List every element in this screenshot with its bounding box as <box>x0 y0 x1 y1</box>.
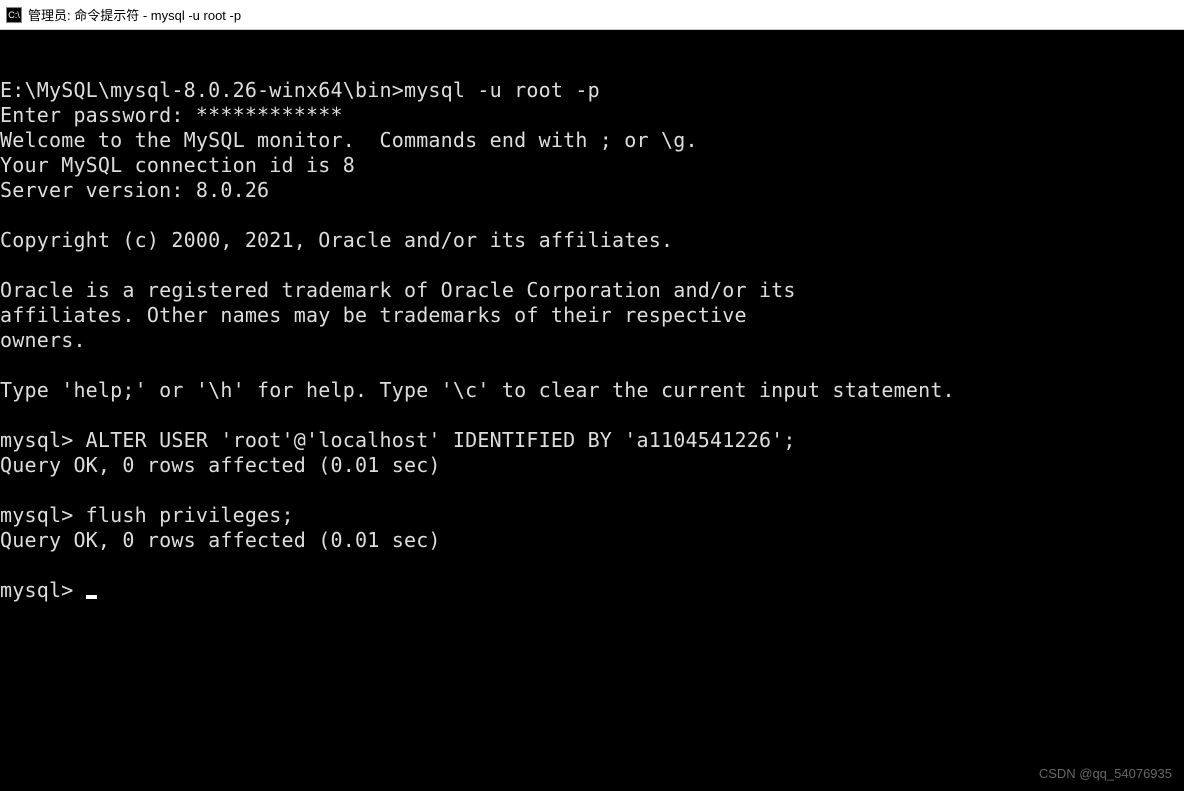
window-title: 管理员: 命令提示符 - mysql -u root -p <box>28 5 241 24</box>
terminal-line: Enter password: ************ <box>0 103 343 127</box>
terminal-line: E:\MySQL\mysql-8.0.26-winx64\bin>mysql -… <box>0 78 600 102</box>
terminal-line: Server version: 8.0.26 <box>0 178 269 202</box>
terminal-line: Copyright (c) 2000, 2021, Oracle and/or … <box>0 228 673 252</box>
terminal-line: Type 'help;' or '\h' for help. Type '\c'… <box>0 378 955 402</box>
terminal-output[interactable]: E:\MySQL\mysql-8.0.26-winx64\bin>mysql -… <box>0 78 1184 603</box>
terminal-line: Your MySQL connection id is 8 <box>0 153 355 177</box>
watermark-text: CSDN @qq_54076935 <box>1039 766 1172 781</box>
terminal-line: owners. <box>0 328 86 352</box>
terminal-line: Query OK, 0 rows affected (0.01 sec) <box>0 453 441 477</box>
terminal-line: Query OK, 0 rows affected (0.01 sec) <box>0 528 441 552</box>
terminal-line: Welcome to the MySQL monitor. Commands e… <box>0 128 698 152</box>
terminal-line: mysql> flush privileges; <box>0 503 294 527</box>
window-titlebar[interactable]: C:\ 管理员: 命令提示符 - mysql -u root -p <box>0 0 1184 30</box>
terminal-line: affiliates. Other names may be trademark… <box>0 303 747 327</box>
cmd-icon: C:\ <box>6 7 22 23</box>
terminal-line: mysql> ALTER USER 'root'@'localhost' IDE… <box>0 428 796 452</box>
terminal-prompt: mysql> <box>0 578 86 602</box>
cursor-icon <box>86 595 97 599</box>
terminal-line: Oracle is a registered trademark of Orac… <box>0 278 796 302</box>
